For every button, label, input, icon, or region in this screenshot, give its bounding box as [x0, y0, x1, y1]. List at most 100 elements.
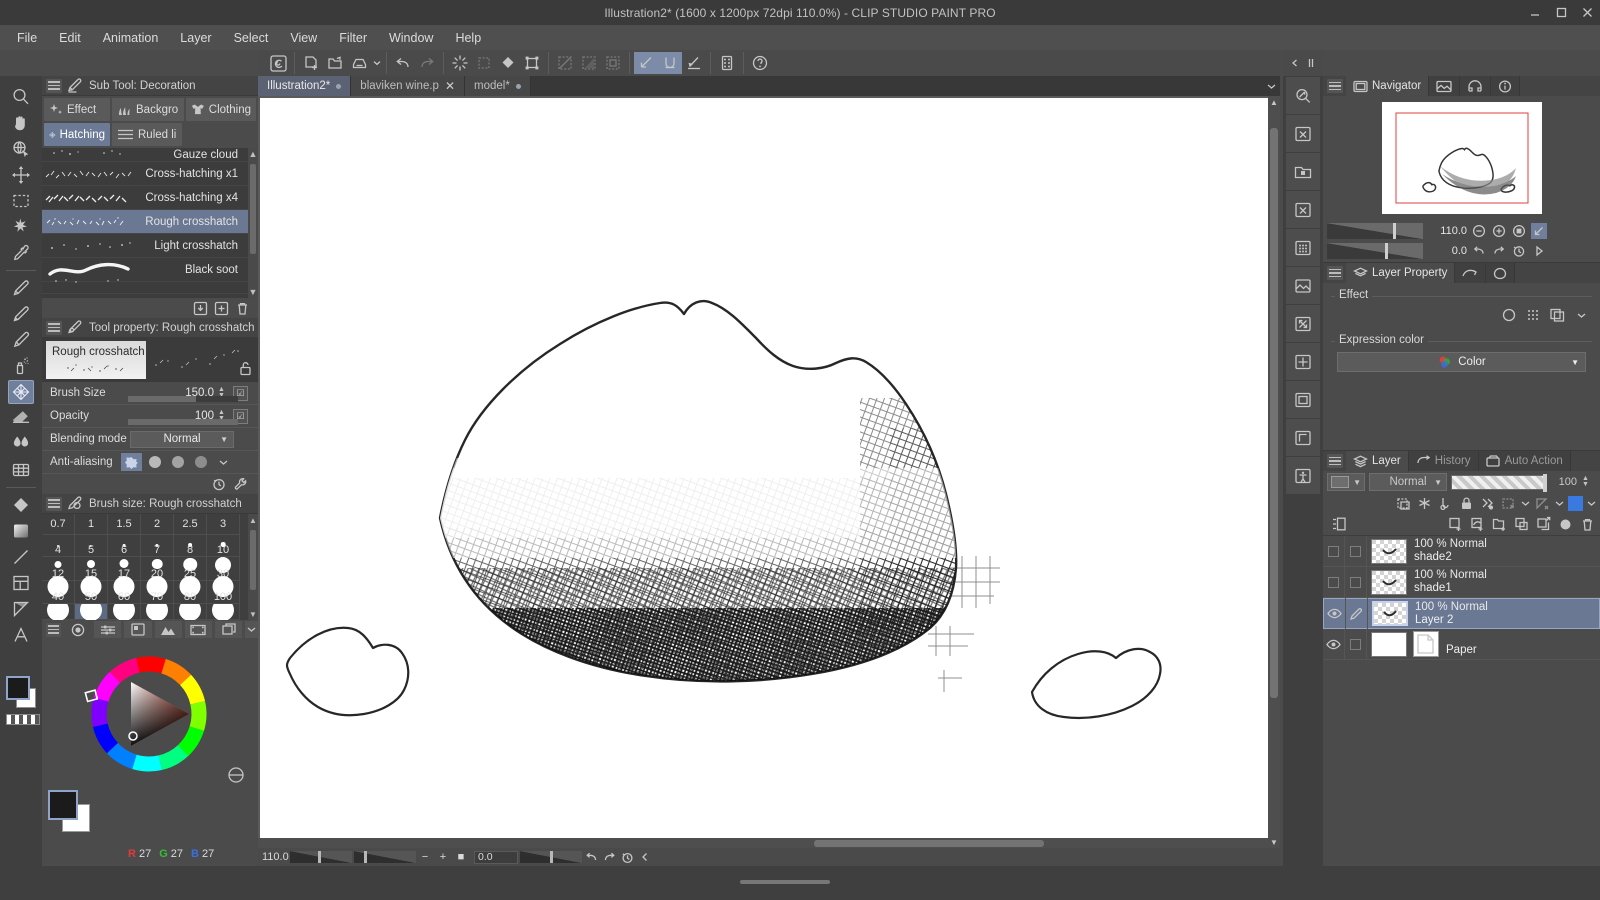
text-tool[interactable]: [0, 622, 42, 648]
scroll-down-icon[interactable]: ▼: [1268, 836, 1280, 848]
fit-screen-icon[interactable]: [1511, 223, 1527, 239]
tabs-overflow-caret-icon[interactable]: [1262, 76, 1280, 96]
main-color-swatch-large[interactable]: [48, 790, 78, 820]
clip-studio-logo-icon[interactable]: [266, 52, 290, 74]
tab-animation-cels[interactable]: [1455, 263, 1487, 283]
brush-size-cell[interactable]: 5: [75, 535, 108, 557]
frame-border-tool[interactable]: [0, 570, 42, 596]
reset-rotation-icon[interactable]: [1511, 243, 1527, 259]
ruler-tool[interactable]: [0, 596, 42, 622]
rotate-ccw-icon[interactable]: [1471, 243, 1487, 259]
pen-tool[interactable]: [0, 275, 42, 301]
brush-size-cell[interactable]: 20: [141, 557, 174, 581]
layer-palette-color-select[interactable]: ▼: [1327, 473, 1365, 491]
table-row[interactable]: 100 % Normal Layer 2: [1323, 598, 1600, 629]
zoom-out-icon[interactable]: [1471, 223, 1487, 239]
new-raster-layer-icon[interactable]: [1447, 516, 1464, 533]
selection-invert-icon[interactable]: [577, 52, 601, 74]
new-file-icon[interactable]: [299, 52, 323, 74]
minimize-button[interactable]: [1528, 6, 1542, 20]
decoration-tool[interactable]: [0, 379, 42, 405]
brush-size-cell[interactable]: 6: [108, 535, 141, 557]
tone-effect-icon[interactable]: [1522, 305, 1544, 325]
flip-icon[interactable]: [1531, 223, 1547, 239]
layer-close-icon[interactable]: [1286, 191, 1320, 228]
menu-select[interactable]: Select: [223, 27, 280, 49]
subtool-item-rough-crosshatch[interactable]: Rough crosshatch: [42, 210, 258, 234]
subtool-group-hatching[interactable]: Hatching: [44, 123, 110, 146]
brush-size-cell[interactable]: 2: [141, 514, 174, 535]
layer-opacity-slider[interactable]: [1451, 473, 1547, 492]
zoom-in-icon[interactable]: [1491, 223, 1507, 239]
navigator-thumbnail[interactable]: [1381, 102, 1542, 214]
scroll-up-icon[interactable]: ▲: [248, 148, 258, 160]
eraser-tool[interactable]: [0, 405, 42, 431]
material-copy-icon[interactable]: [1286, 381, 1320, 418]
new-vector-layer-icon[interactable]: [1469, 516, 1486, 533]
doc-tab-model[interactable]: model*: [465, 76, 531, 96]
brush-size-cell[interactable]: 100: [207, 576, 240, 604]
brush-size-cell[interactable]: 40: [42, 576, 75, 604]
tab-info[interactable]: [1491, 76, 1521, 96]
navigator-rotation-slider[interactable]: [1327, 243, 1423, 259]
menu-layer[interactable]: Layer: [169, 27, 222, 49]
subtool-item-light-crosshatch[interactable]: Light crosshatch: [42, 234, 258, 258]
opacity-slider[interactable]: [128, 419, 238, 425]
collapse-icon[interactable]: [636, 852, 654, 862]
scrollbar-thumb[interactable]: [250, 164, 256, 254]
help-icon[interactable]: [748, 52, 772, 74]
brush-size-cell[interactable]: 4: [42, 535, 75, 557]
open-file-icon[interactable]: [323, 52, 347, 74]
dock-handle-icon[interactable]: [1306, 58, 1316, 68]
layer-visibility-toggle[interactable]: [1323, 535, 1345, 567]
canvas-vertical-scrollbar[interactable]: ▲ ▼: [1268, 96, 1280, 848]
airbrush-tool[interactable]: [0, 353, 42, 379]
navigator-zoom-slider[interactable]: [1327, 223, 1423, 239]
delete-subtool-icon[interactable]: [235, 301, 250, 316]
scrollbar-thumb[interactable]: [814, 840, 1044, 847]
brush-tool[interactable]: [0, 327, 42, 353]
blend-tool[interactable]: [0, 431, 42, 457]
subtool-list[interactable]: Gauze cloud Cross-hatching x1 Cross-hatc…: [42, 148, 258, 298]
brush-size-cell-selected[interactable]: [75, 604, 108, 620]
blending-mode-select[interactable]: Normal ▼: [130, 430, 234, 448]
scroll-down-icon[interactable]: ▼: [248, 286, 258, 298]
panel-menu-icon[interactable]: [46, 496, 62, 511]
delete-layer-icon[interactable]: [1579, 516, 1596, 533]
subtool-item-crosshatching-x1[interactable]: Cross-hatching x1: [42, 162, 258, 186]
brush-size-cell[interactable]: 70: [141, 576, 174, 604]
selection-deselect-icon[interactable]: [553, 52, 577, 74]
main-color-swatch[interactable]: [6, 676, 30, 700]
anti-aliasing-weak[interactable]: [144, 453, 165, 471]
zoom-slider[interactable]: [290, 851, 352, 863]
lock-transparent-icon[interactable]: [1479, 495, 1496, 512]
color-wheel-icon[interactable]: [63, 621, 92, 638]
property-blending-mode[interactable]: Blending mode Normal ▼: [42, 428, 258, 451]
layer-thumbnail[interactable]: [1371, 569, 1407, 595]
accessibility-icon[interactable]: [1286, 457, 1320, 494]
selection-border-icon[interactable]: [601, 52, 625, 74]
pencil-tool[interactable]: [0, 301, 42, 327]
scroll-down-icon[interactable]: ▼: [248, 608, 258, 620]
ruler-visible-icon[interactable]: [1437, 495, 1454, 512]
material-grid-icon[interactable]: [1286, 229, 1320, 266]
transfer-down-icon[interactable]: [1513, 516, 1530, 533]
brush-size-cell[interactable]: 0.7: [42, 514, 75, 535]
material-transform-icon[interactable]: [1286, 305, 1320, 342]
subtool-item-partial[interactable]: [42, 278, 258, 294]
brush-size-cell[interactable]: 2.5: [174, 514, 207, 535]
menu-window[interactable]: Window: [378, 27, 444, 49]
select-layer-icon[interactable]: [634, 52, 658, 74]
layer-thumbnail[interactable]: [1372, 601, 1408, 626]
color-panel-footer-icon[interactable]: [214, 757, 254, 791]
scrollbar-thumb[interactable]: [1270, 128, 1278, 698]
brush-size-cell[interactable]: [42, 604, 75, 620]
brush-size-cell[interactable]: 12: [42, 557, 75, 581]
menu-edit[interactable]: Edit: [48, 27, 92, 49]
layer-edit-marker[interactable]: [1346, 598, 1368, 629]
scroll-up-icon[interactable]: ▲: [1268, 96, 1280, 108]
material-dup-icon[interactable]: [1286, 419, 1320, 456]
brush-size-cell[interactable]: 50: [75, 576, 108, 604]
zoom-slider-2[interactable]: [354, 851, 416, 863]
wrench-settings-icon[interactable]: [234, 477, 248, 491]
